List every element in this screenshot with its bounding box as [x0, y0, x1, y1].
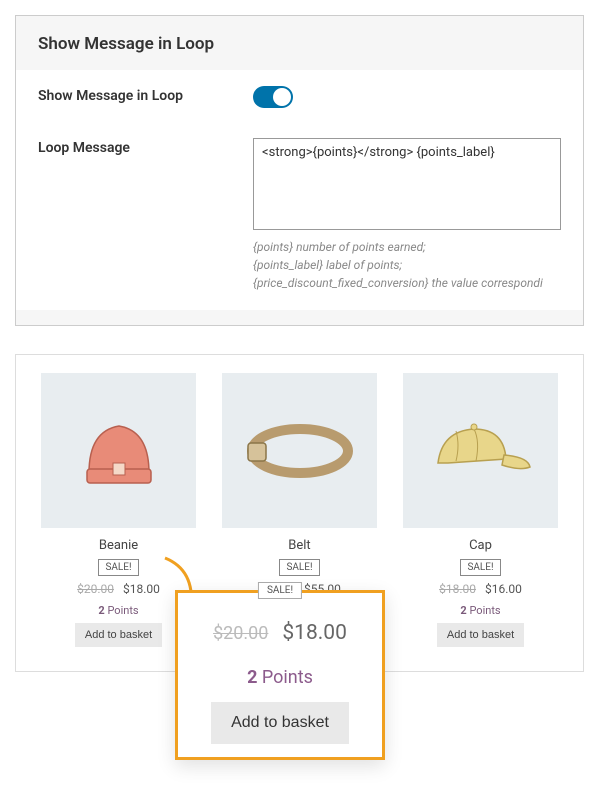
message-label: Loop Message	[38, 138, 253, 156]
beanie-icon	[69, 401, 169, 501]
zoom-points-label: Points	[262, 667, 313, 688]
add-to-basket-button[interactable]: Add to basket	[437, 623, 524, 647]
old-price: $18.00	[439, 582, 476, 596]
zoom-callout: SALE! $20.00 $18.00 2 Points Add to bask…	[175, 590, 385, 760]
panel-title: Show Message in Loop	[16, 16, 583, 70]
toggle-row: Show Message in Loop	[16, 70, 583, 122]
points-value: 2	[460, 604, 466, 617]
add-to-basket-button[interactable]: Add to basket	[75, 623, 162, 647]
belt-icon	[240, 401, 360, 501]
product-image-belt[interactable]	[222, 373, 377, 528]
new-price: $18.00	[123, 582, 160, 596]
points-line: 2 Points	[398, 604, 563, 617]
zoom-price-line: $20.00 $18.00	[178, 621, 382, 645]
points-label: Points	[107, 604, 138, 617]
product-image-cap[interactable]	[403, 373, 558, 528]
old-price: $20.00	[77, 582, 114, 596]
toggle-label: Show Message in Loop	[38, 86, 253, 104]
new-price: $16.00	[485, 582, 522, 596]
helper-line-3: {price_discount_fixed_conversion} the va…	[253, 274, 561, 292]
zoom-new-price: $18.00	[282, 621, 347, 645]
zoom-add-to-basket-button[interactable]: Add to basket	[211, 702, 349, 744]
points-value: 2	[98, 604, 104, 617]
product-name: Belt	[217, 538, 382, 553]
product-image-beanie[interactable]	[41, 373, 196, 528]
helper-line-1: {points} number of points earned;	[253, 238, 561, 256]
toggle-knob	[273, 88, 291, 106]
show-message-toggle[interactable]	[253, 86, 293, 108]
helper-line-2: {points_label} label of points;	[253, 256, 561, 274]
points-label: Points	[469, 604, 500, 617]
zoom-sale-badge: SALE!	[258, 582, 302, 599]
message-row: Loop Message {points} number of points e…	[16, 122, 583, 310]
zoom-points-value: 2	[247, 667, 257, 688]
cap-icon	[426, 401, 536, 501]
zoom-points-line: 2 Points	[178, 667, 382, 688]
loop-message-textarea[interactable]	[253, 138, 561, 230]
panel-body: Show Message in Loop Loop Message {point…	[16, 70, 583, 310]
zoom-old-price: $20.00	[213, 623, 268, 644]
product-card: Cap SALE! $18.00 $16.00 2 Points Add to …	[398, 373, 563, 647]
settings-panel: Show Message in Loop Show Message in Loo…	[15, 15, 584, 326]
product-name: Cap	[398, 538, 563, 553]
product-name: Beanie	[36, 538, 201, 553]
sale-badge: SALE!	[98, 559, 138, 576]
price-line: $18.00 $16.00	[398, 582, 563, 596]
sale-badge: SALE!	[460, 559, 500, 576]
helper-text: {points} number of points earned; {point…	[253, 238, 561, 292]
sale-badge: SALE!	[279, 559, 319, 576]
